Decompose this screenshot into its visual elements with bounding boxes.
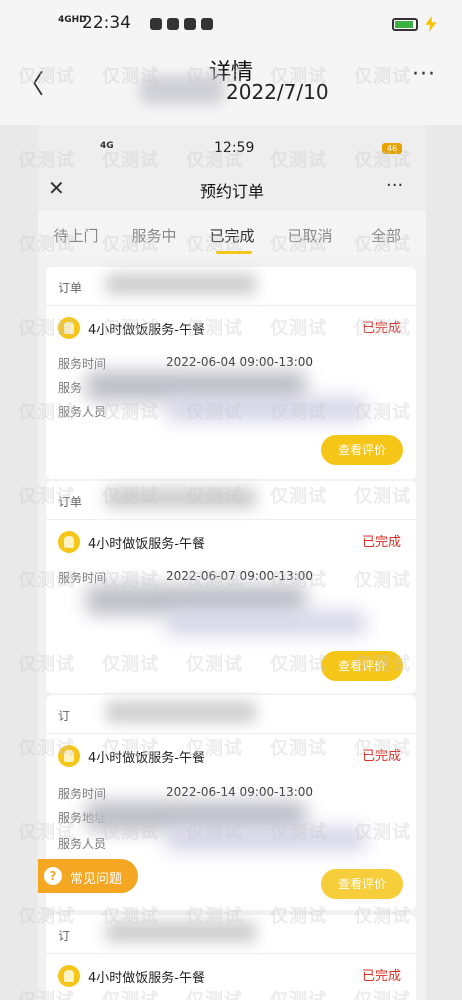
redacted-region xyxy=(106,487,256,509)
view-review-button[interactable]: 查看评价 xyxy=(321,651,403,681)
embedded-screenshot: 4G 12:59 46 ✕ 预约订单 ··· 待上门 服务中 已完成 已取消 全… xyxy=(38,125,426,1000)
question-icon: ? xyxy=(44,867,62,885)
book-notification-icon xyxy=(184,18,196,30)
service-time-label: 服务时间 xyxy=(58,787,107,801)
inner-page-title: 预约订单 xyxy=(199,182,264,201)
tab-all[interactable]: 全部 xyxy=(351,225,421,246)
status-badge: 已完成 xyxy=(362,749,402,764)
tab-cancelled[interactable]: 已取消 xyxy=(275,225,345,246)
tab-in-service[interactable]: 服务中 xyxy=(119,225,189,246)
divider xyxy=(46,733,416,734)
service-avatar-icon xyxy=(58,965,80,987)
faq-button[interactable]: ? 常见问题 xyxy=(38,859,138,893)
service-name: 4小时做饭服务-午餐 xyxy=(88,323,205,338)
app-notification-icon xyxy=(150,18,162,30)
view-review-button[interactable]: 查看评价 xyxy=(321,435,403,465)
status-badge: 已完成 xyxy=(362,535,402,550)
redacted-region xyxy=(166,611,366,635)
status-badge: 已完成 xyxy=(362,969,402,984)
order-number-label: 订单 xyxy=(58,281,83,295)
service-time-value: 2022-06-04 09:00-13:00 xyxy=(166,355,314,369)
active-tab-indicator xyxy=(216,251,252,254)
page-header: 〈 详情 ··· 2022/7/10 xyxy=(0,50,462,125)
order-card[interactable]: 订单 4小时做饭服务-午餐 已完成 服务时间 2022-06-04 09:00-… xyxy=(46,267,416,479)
status-bar: 4GHD 22:34 xyxy=(0,0,462,50)
redacted-region xyxy=(166,397,366,421)
order-number-label: 订单 xyxy=(58,495,83,509)
divider xyxy=(46,519,416,520)
service-name: 4小时做饭服务-午餐 xyxy=(88,971,205,986)
battery-icon xyxy=(392,18,418,31)
order-tabs: 待上门 服务中 已完成 已取消 全部 xyxy=(38,211,426,255)
inner-signal-indicator: 4G xyxy=(100,141,114,151)
service-time-label: 服务时间 xyxy=(58,357,107,371)
notification-icons xyxy=(150,18,213,30)
faq-label: 常见问题 xyxy=(70,872,123,887)
post-date: 2022/7/10 xyxy=(226,80,329,104)
redacted-region xyxy=(106,701,256,723)
divider xyxy=(46,305,416,306)
status-time: 22:34 xyxy=(82,13,131,33)
redacted-region xyxy=(140,76,224,104)
redacted-region xyxy=(106,921,256,943)
inner-status-bar: 4G 12:59 46 xyxy=(38,125,426,167)
service-time-value: 2022-06-07 09:00-13:00 xyxy=(166,569,314,583)
signal-indicator: 4GHD xyxy=(58,15,87,25)
tab-completed[interactable]: 已完成 xyxy=(197,225,267,246)
order-number-label: 订 xyxy=(58,929,71,943)
status-badge: 已完成 xyxy=(362,321,402,336)
service-name: 4小时做饭服务-午餐 xyxy=(88,537,205,552)
chat-notification-icon xyxy=(167,18,179,30)
inner-status-time: 12:59 xyxy=(214,140,255,156)
view-review-button[interactable]: 查看评价 xyxy=(321,869,403,899)
redacted-region xyxy=(166,827,366,851)
inner-nav-bar: ✕ 预约订单 ··· xyxy=(38,167,426,211)
service-person-label: 服务人员 xyxy=(58,405,107,419)
message-notification-icon xyxy=(201,18,213,30)
service-time-label: 服务时间 xyxy=(58,571,107,585)
order-number-label: 订 xyxy=(58,709,71,723)
divider xyxy=(46,953,416,954)
inner-more-button[interactable]: ··· xyxy=(386,175,403,196)
service-avatar-icon xyxy=(58,745,80,767)
service-person-label: 服务人员 xyxy=(58,837,107,851)
service-time-value: 2022-06-14 09:00-13:00 xyxy=(166,785,314,799)
service-address-label: 服务 xyxy=(58,381,83,395)
tab-pending[interactable]: 待上门 xyxy=(41,225,111,246)
order-card[interactable]: 订 4小时做饭服务-午餐 已完成 xyxy=(46,915,416,1000)
service-avatar-icon xyxy=(58,531,80,553)
more-button[interactable]: ··· xyxy=(412,62,436,87)
service-avatar-icon xyxy=(58,317,80,339)
inner-battery-icon: 46 xyxy=(382,143,402,154)
redacted-region xyxy=(106,273,256,295)
charging-icon xyxy=(425,16,437,32)
order-card[interactable]: 订单 4小时做饭服务-午餐 已完成 服务时间 2022-06-07 09:00-… xyxy=(46,481,416,693)
service-name: 4小时做饭服务-午餐 xyxy=(88,751,205,766)
